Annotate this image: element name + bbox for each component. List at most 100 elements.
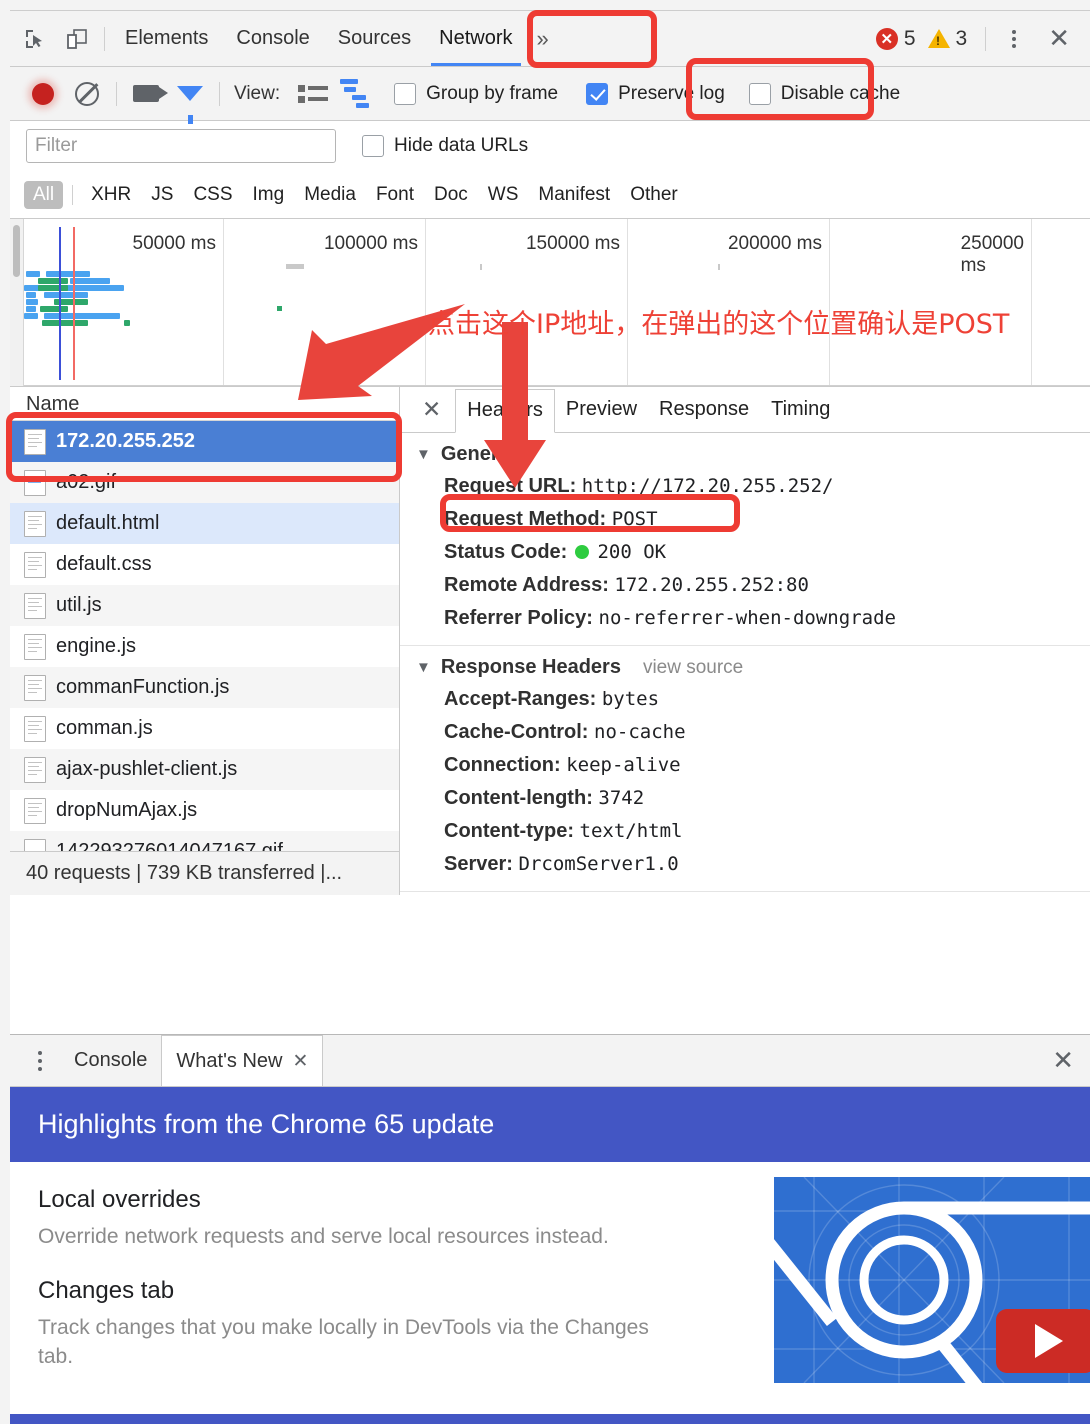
tab-console[interactable]: Console: [222, 12, 323, 66]
drawer-menu-icon[interactable]: [20, 1050, 60, 1071]
header-row: Request URL: http://172.20.255.252/: [416, 470, 1090, 503]
preserve-log-checkbox[interactable]: Preserve log: [586, 82, 725, 105]
section-header[interactable]: ▼ General: [416, 443, 1090, 466]
header-key: Request URL:: [444, 475, 577, 497]
tab-network[interactable]: Network: [425, 12, 526, 66]
header-row: Status Code: 200 OK: [416, 536, 1090, 569]
detail-tab-preview[interactable]: Preview: [555, 388, 648, 432]
chevron-down-icon[interactable]: ▼: [416, 659, 431, 676]
table-row[interactable]: dropNumAjax.js: [10, 790, 399, 831]
checkbox-box[interactable]: [586, 82, 609, 105]
close-tab-icon[interactable]: ✕: [292, 1050, 308, 1073]
hide-data-urls-checkbox[interactable]: Hide data URLs: [362, 135, 528, 157]
drawer-tab-console[interactable]: Console: [60, 1036, 161, 1086]
header-key: Content-type:: [444, 820, 574, 842]
type-filter-ws[interactable]: WS: [479, 181, 528, 209]
view-source-link[interactable]: view source: [643, 657, 743, 679]
youtube-play-button[interactable]: [996, 1309, 1090, 1373]
chevron-down-icon[interactable]: ▼: [416, 446, 431, 463]
section-header[interactable]: ▼ Response Headers view source: [416, 656, 1090, 679]
filter-funnel-icon[interactable]: [169, 73, 211, 124]
dom-content-loaded-line: [59, 227, 61, 380]
more-tabs-button[interactable]: »: [527, 26, 559, 52]
overview-scrollbar[interactable]: [10, 219, 24, 386]
devtools-menu-icon[interactable]: [998, 29, 1030, 48]
waterfall-view-icon[interactable]: [336, 73, 378, 115]
device-toolbar-icon[interactable]: [56, 18, 98, 60]
detail-tabstrip: ✕ Headers Preview Response Timing: [400, 387, 1090, 433]
header-key: Connection:: [444, 754, 561, 776]
disable-cache-checkbox[interactable]: Disable cache: [748, 82, 900, 105]
column-header-name[interactable]: Name: [10, 387, 399, 421]
item-title: Changes tab: [38, 1277, 175, 1305]
group-by-frame-checkbox[interactable]: Group by frame: [394, 82, 559, 105]
type-filter-js[interactable]: JS: [142, 181, 182, 209]
devtools-window: Elements Console Sources Network » ✕ 5 3…: [10, 10, 1090, 1034]
search-input[interactable]: Filter: [26, 129, 336, 163]
request-name: util.js: [56, 594, 102, 616]
error-count[interactable]: 5: [904, 27, 916, 51]
inspect-element-icon[interactable]: [14, 18, 56, 60]
type-filter-other[interactable]: Other: [621, 181, 687, 209]
drawer-tab-label: What's New: [176, 1049, 283, 1072]
header-key: Request Method:: [444, 508, 607, 530]
type-filter-font[interactable]: Font: [367, 181, 423, 209]
drawer-tabstrip: Console What's New ✕ ✕: [10, 1035, 1090, 1087]
tab-sources[interactable]: Sources: [324, 12, 425, 66]
type-filter-css[interactable]: CSS: [184, 181, 241, 209]
preserve-log-label: Preserve log: [618, 82, 725, 104]
close-devtools-icon[interactable]: ✕: [1036, 23, 1082, 54]
document-file-icon: [24, 551, 46, 578]
table-row[interactable]: default.html: [10, 503, 399, 544]
request-name: default.css: [56, 553, 152, 575]
checkbox-box[interactable]: [362, 135, 384, 157]
close-detail-icon[interactable]: ✕: [408, 396, 455, 423]
detail-tab-timing[interactable]: Timing: [760, 388, 841, 432]
type-filter-xhr[interactable]: XHR: [82, 181, 140, 209]
overview-request-bars: [24, 271, 194, 341]
group-by-frame-label: Group by frame: [426, 82, 559, 104]
table-row[interactable]: a02.gif: [10, 462, 399, 503]
warning-count[interactable]: 3: [956, 27, 968, 51]
detail-tab-response[interactable]: Response: [648, 388, 760, 432]
clear-icon[interactable]: [66, 73, 108, 115]
checkbox-box[interactable]: [394, 82, 417, 105]
type-filter-img[interactable]: Img: [244, 181, 294, 209]
table-row[interactable]: engine.js: [10, 626, 399, 667]
table-row[interactable]: default.css: [10, 544, 399, 585]
list-item: Local overrides Override network request…: [38, 1186, 678, 1251]
table-row[interactable]: commanFunction.js: [10, 667, 399, 708]
load-event-line: [73, 227, 75, 380]
table-row[interactable]: comman.js: [10, 708, 399, 749]
filter-placeholder: Filter: [35, 135, 78, 156]
document-file-icon: [24, 592, 46, 619]
header-row: Accept-Ranges: bytes: [416, 683, 1090, 716]
table-row[interactable]: ajax-pushlet-client.js: [10, 749, 399, 790]
header-value: no-referrer-when-downgrade: [598, 607, 896, 629]
list-view-icon[interactable]: [292, 73, 334, 115]
screenshot-camera-icon[interactable]: [125, 73, 168, 115]
table-row[interactable]: util.js: [10, 585, 399, 626]
header-row: Content-length: 3742: [416, 782, 1090, 815]
type-filter-media[interactable]: Media: [295, 181, 365, 209]
image-file-icon: [24, 838, 46, 851]
checkbox-box[interactable]: [748, 82, 771, 105]
table-row[interactable]: 172.20.255.252: [10, 421, 399, 462]
devtools-main-tabstrip: Elements Console Sources Network » ✕ 5 3…: [10, 11, 1090, 67]
close-drawer-icon[interactable]: ✕: [1036, 1045, 1090, 1076]
header-row: Server: DrcomServer1.0: [416, 848, 1090, 881]
type-filter-all[interactable]: All: [24, 180, 64, 209]
request-name: a02.gif: [56, 471, 117, 493]
toolbar-divider: [219, 81, 220, 106]
drawer-tab-whats-new[interactable]: What's New ✕: [161, 1035, 324, 1086]
issue-counters: ✕ 5 3 ✕: [875, 23, 1086, 54]
chrome-blueprint-thumbnail[interactable]: [774, 1177, 1090, 1383]
type-filter-manifest[interactable]: Manifest: [529, 181, 619, 209]
type-filter-doc[interactable]: Doc: [425, 181, 477, 209]
detail-tab-headers[interactable]: Headers: [455, 388, 555, 433]
table-row[interactable]: 142293276014047167.gif: [10, 831, 399, 851]
record-icon[interactable]: [22, 73, 64, 115]
network-split-view: Name 172.20.255.252 a02.gif default.html…: [10, 387, 1090, 895]
section-title: Response Headers: [440, 656, 621, 678]
tab-elements[interactable]: Elements: [111, 12, 222, 66]
